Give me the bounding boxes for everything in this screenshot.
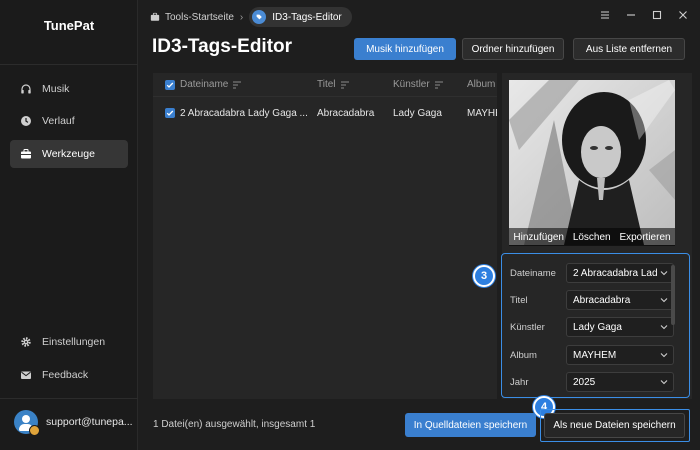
select-all-checkbox[interactable] — [165, 79, 175, 90]
breadcrumb-home-label: Tools-Startseite — [165, 11, 234, 23]
cell-filename: 2 Abracadabra Lady Gaga ... — [180, 107, 308, 119]
mail-icon — [20, 369, 32, 381]
sidebar-divider — [0, 64, 138, 65]
sidebar-item-verlauf[interactable]: Verlauf — [10, 107, 128, 135]
gear-icon — [20, 336, 32, 348]
sidebar-item-label: Werkzeuge — [42, 148, 95, 160]
sidebar-item-label: Feedback — [42, 369, 89, 381]
cell-artist: Lady Gaga — [393, 107, 442, 119]
year-label: Jahr — [510, 376, 529, 388]
cover-add-button[interactable]: Hinzufügen — [513, 232, 564, 243]
add-folder-button[interactable]: Ordner hinzufügen — [462, 38, 564, 60]
tag-fields: Dateiname 2 Abracadabra Lad Titel Abraca… — [501, 253, 690, 398]
chevron-down-icon — [660, 353, 668, 358]
sidebar-item-musik[interactable]: Musik — [10, 75, 128, 103]
page-title: ID3-Tags-Editor — [152, 36, 293, 57]
tag-row-album: Album MAYHEM — [510, 345, 678, 365]
cover-art-image — [509, 80, 675, 245]
column-title[interactable]: Titel — [317, 79, 349, 90]
tag-icon — [252, 10, 267, 24]
user-account[interactable]: support@tunepa... — [14, 408, 134, 436]
album-label: Album — [510, 349, 537, 361]
file-table: Dateiname Titel Künstler Album 2 Abracad… — [153, 73, 497, 399]
breadcrumb-home[interactable]: Tools-Startseite — [150, 12, 234, 23]
app-brand: TunePat — [43, 18, 95, 33]
toolbox-icon — [150, 12, 160, 21]
close-icon[interactable] — [676, 8, 690, 22]
step-badge: 3 — [473, 265, 495, 287]
tag-row-title: Titel Abracadabra — [510, 290, 678, 310]
title-select[interactable]: Abracadabra — [566, 290, 674, 310]
cover-delete-button[interactable]: Löschen — [573, 232, 611, 243]
filename-select[interactable]: 2 Abracadabra Lad — [566, 263, 674, 283]
clock-icon — [20, 115, 32, 127]
chevron-down-icon — [660, 380, 668, 385]
sidebar-item-einstellungen[interactable]: Einstellungen — [10, 328, 128, 356]
tag-row-artist: Künstler Lady Gaga — [510, 317, 678, 337]
tag-row-filename: Dateiname 2 Abracadabra Lad — [510, 263, 678, 283]
column-album[interactable]: Album — [467, 79, 497, 90]
menu-icon[interactable] — [598, 8, 612, 22]
add-music-button[interactable]: Musik hinzufügen — [354, 38, 456, 60]
title-label: Titel — [510, 294, 528, 306]
cover-export-button[interactable]: Exportieren — [619, 232, 670, 243]
cell-album: MAYHEM — [467, 107, 497, 119]
sort-icon — [434, 81, 443, 88]
breadcrumb-current: ID3-Tags-Editor — [249, 7, 352, 27]
cell-title: Abracadabra — [317, 107, 375, 119]
year-select[interactable]: 2025 — [566, 372, 674, 392]
maximize-icon[interactable] — [650, 8, 664, 22]
filename-label: Dateiname — [510, 267, 556, 279]
artist-label: Künstler — [510, 321, 545, 333]
tag-fields-scrollbar[interactable] — [671, 265, 675, 325]
tag-row-year: Jahr 2025 — [510, 372, 678, 392]
breadcrumb-current-label: ID3-Tags-Editor — [272, 11, 342, 23]
avatar — [14, 410, 40, 436]
sidebar: TunePat Musik Verlauf Werkzeuge Einstell… — [0, 0, 138, 450]
sidebar-item-feedback[interactable]: Feedback — [10, 361, 128, 389]
row-checkbox[interactable] — [165, 108, 175, 118]
album-select[interactable]: MAYHEM — [566, 345, 674, 365]
toolbox-icon — [20, 148, 32, 160]
column-artist[interactable]: Künstler — [393, 79, 443, 90]
chevron-down-icon — [660, 271, 668, 276]
sort-icon — [340, 81, 349, 88]
chevron-right-icon: › — [239, 11, 244, 23]
sidebar-divider — [0, 398, 138, 399]
cover-actions: Hinzufügen Löschen Exportieren — [509, 228, 675, 246]
sidebar-item-label: Musik — [42, 83, 70, 95]
save-to-source-button[interactable]: In Quelldateien speichern — [405, 413, 536, 437]
sidebar-item-label: Einstellungen — [42, 336, 106, 348]
sidebar-item-werkzeuge[interactable]: Werkzeuge — [10, 140, 128, 168]
chevron-down-icon — [660, 298, 668, 303]
save-as-new-button[interactable]: Als neue Dateien speichern — [544, 413, 685, 438]
column-filename[interactable]: Dateiname — [180, 79, 242, 90]
headphones-icon — [20, 83, 32, 95]
breadcrumb: Tools-Startseite › ID3-Tags-Editor — [150, 7, 352, 27]
chevron-down-icon — [660, 325, 668, 330]
remove-from-list-button[interactable]: Aus Liste entfernen — [573, 38, 685, 60]
table-row[interactable]: 2 Abracadabra Lady Gaga ... Abracadabra … — [153, 101, 497, 125]
sort-icon — [233, 81, 242, 88]
window-controls — [598, 8, 690, 22]
artist-select[interactable]: Lady Gaga — [566, 317, 674, 337]
table-header: Dateiname Titel Künstler Album — [153, 73, 497, 97]
status-text: 1 Datei(en) ausgewählt, insgesamt 1 — [153, 419, 316, 430]
user-email: support@tunepa... — [46, 416, 133, 428]
minimize-icon[interactable] — [624, 8, 638, 22]
sidebar-item-label: Verlauf — [42, 115, 75, 127]
